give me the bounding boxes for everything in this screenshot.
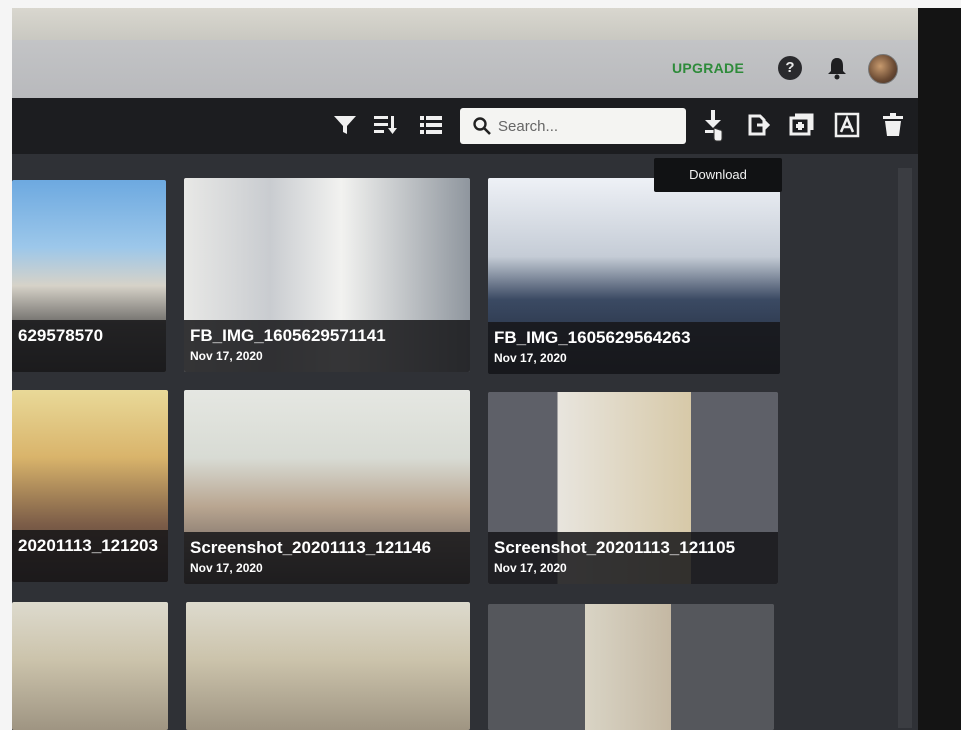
browser-strip bbox=[12, 8, 918, 40]
photo-card[interactable] bbox=[12, 602, 168, 730]
download-icon[interactable] bbox=[700, 108, 726, 142]
photo-caption: 629578570 bbox=[12, 320, 166, 372]
photo-caption: Screenshot_20201113_121105 Nov 17, 2020 bbox=[488, 532, 778, 584]
trash-icon[interactable] bbox=[880, 112, 906, 138]
upgrade-link[interactable]: UPGRADE bbox=[672, 60, 744, 76]
photo-title: 20201113_121203 bbox=[18, 536, 158, 555]
photo-card[interactable]: Screenshot_20201113_121105 Nov 17, 2020 bbox=[488, 392, 778, 584]
top-header: UPGRADE ? bbox=[12, 40, 918, 98]
photo-card[interactable]: FB_IMG_1605629564263 Nov 17, 2020 bbox=[488, 178, 780, 374]
bell-icon[interactable] bbox=[826, 56, 848, 80]
photo-card[interactable] bbox=[488, 604, 774, 730]
photo-caption: 20201113_121203 bbox=[12, 530, 168, 582]
photo-card[interactable]: Screenshot_20201113_121146 Nov 17, 2020 bbox=[184, 390, 470, 584]
filter-icon[interactable] bbox=[332, 112, 358, 138]
photo-card[interactable]: 629578570 bbox=[12, 180, 166, 372]
photo-date: Nov 17, 2020 bbox=[190, 561, 263, 575]
photo-date: Nov 17, 2020 bbox=[190, 349, 263, 363]
photo-title: 629578570 bbox=[18, 326, 104, 345]
photo-date: Nov 17, 2020 bbox=[494, 351, 567, 365]
photo-title: Screenshot_20201113_121105 bbox=[494, 538, 736, 557]
photo-thumbnail bbox=[12, 602, 168, 730]
app-window: UPGRADE ? Search... Download 629578570 F… bbox=[12, 8, 918, 730]
search-input[interactable] bbox=[498, 112, 678, 140]
photo-title: Screenshot_20201113_121146 bbox=[190, 538, 432, 557]
download-tooltip: Download bbox=[654, 158, 782, 192]
sort-icon[interactable] bbox=[372, 112, 398, 138]
add-to-album-icon[interactable] bbox=[788, 112, 814, 138]
photo-thumbnail bbox=[488, 604, 774, 730]
photo-title: FB_IMG_1605629571141 bbox=[190, 326, 386, 345]
photo-card[interactable] bbox=[186, 602, 470, 730]
photo-title: FB_IMG_1605629564263 bbox=[494, 328, 691, 347]
photo-caption: Screenshot_20201113_121146 Nov 17, 2020 bbox=[184, 532, 470, 584]
photo-card[interactable]: 20201113_121203 bbox=[12, 390, 168, 582]
rename-icon[interactable] bbox=[834, 112, 860, 138]
scrollbar[interactable] bbox=[898, 168, 912, 728]
photo-date: Nov 17, 2020 bbox=[494, 561, 567, 575]
help-icon[interactable]: ? bbox=[778, 56, 802, 80]
photo-card[interactable]: FB_IMG_1605629571141 Nov 17, 2020 bbox=[184, 178, 470, 372]
toolbar bbox=[12, 98, 918, 154]
monitor-bezel bbox=[918, 8, 961, 730]
search-box[interactable] bbox=[460, 108, 686, 144]
avatar[interactable] bbox=[868, 54, 898, 84]
photo-thumbnail bbox=[186, 602, 470, 730]
photo-caption: FB_IMG_1605629564263 Nov 17, 2020 bbox=[488, 322, 780, 374]
photo-gallery: 629578570 FB_IMG_1605629571141 Nov 17, 2… bbox=[12, 154, 918, 730]
photo-caption: FB_IMG_1605629571141 Nov 17, 2020 bbox=[184, 320, 470, 372]
move-icon[interactable] bbox=[744, 112, 770, 138]
list-view-icon[interactable] bbox=[418, 112, 444, 138]
search-icon bbox=[473, 117, 491, 135]
